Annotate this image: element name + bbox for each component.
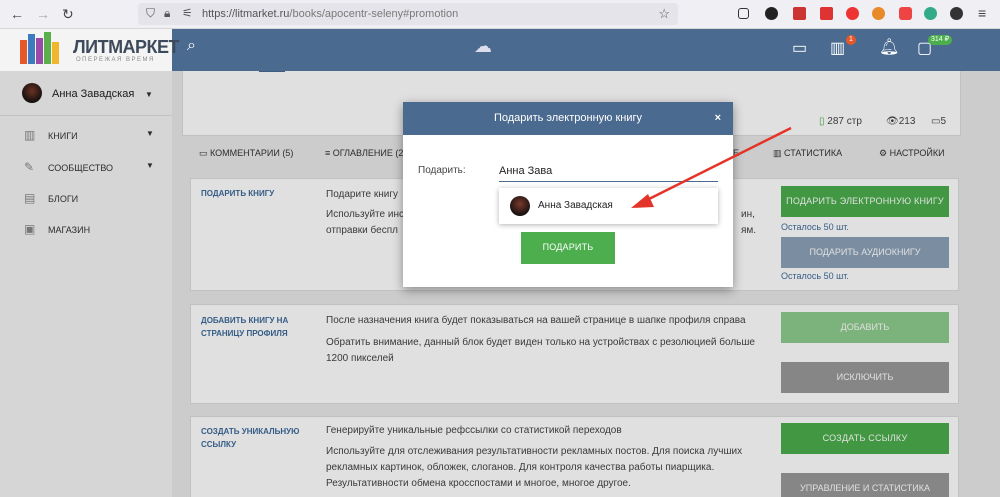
back-arrow-icon[interactable]: ← [10,6,24,22]
suggestion-item[interactable]: Анна Завадская [499,188,718,224]
logo-slogan: ОПЕРЕЖАЯ ВРЕМЯ [76,57,155,63]
url-text[interactable]: https://litmarket.ru/books/apocentr-sele… [202,8,458,20]
forward-arrow-icon[interactable]: → [36,6,50,22]
logo[interactable]: ЛИТМАРКЕТ ОПЕРЕЖАЯ ВРЕМЯ [0,29,180,71]
suggestion-avatar [510,196,530,216]
bell-icon[interactable]: 🔔︎ [879,37,899,57]
extension-puzzle-icon[interactable] [924,7,937,20]
gift-ebook-modal: Подарить электронную книгу × Подарить: А… [403,102,733,287]
browser-toolbar: ← → ↻ ⛉ 🔒︎ ⚟ https://litmarket.ru/books/… [0,0,1000,29]
extension-shield-icon[interactable] [820,7,833,20]
metamask-icon[interactable] [872,7,885,20]
extension-z-icon[interactable] [765,7,778,20]
search-icon[interactable]: ⌕ [187,37,196,55]
reload-icon[interactable]: ↻ [62,6,74,23]
menu-icon[interactable]: ≡ [978,5,986,21]
adblock-icon[interactable] [846,7,859,20]
wallet-badge: 314 ₽ [928,35,953,45]
pocket-icon[interactable] [738,8,749,19]
messages-icon[interactable]: ▭ [792,38,807,58]
suggestion-name: Анна Завадская [538,200,613,211]
recipient-label: Подарить: [418,165,466,176]
recipient-input[interactable] [499,160,718,182]
modal-title: Подарить электронную книгу [403,102,733,135]
logo-books-icon [20,32,59,64]
close-icon[interactable]: × [715,102,721,135]
bookmark-star-icon[interactable]: ☆ [658,6,670,22]
library-badge: 1 [846,35,856,45]
shield-icon[interactable]: ⛉ [146,6,155,21]
profile-icon[interactable] [950,7,963,20]
lock-icon[interactable]: 🔒︎ [164,6,170,21]
extension-ublock-icon[interactable] [793,7,806,20]
library-icon[interactable]: ▥ [830,38,845,58]
brave-icon[interactable] [899,7,912,20]
chat-bubble-icon[interactable]: ☁ [474,36,492,57]
logo-title: ЛИТМАРКЕТ [73,37,180,57]
permissions-icon[interactable]: ⚟ [182,6,193,20]
address-bar[interactable]: ⛉ 🔒︎ ⚟ https://litmarket.ru/books/apocen… [138,3,678,25]
submit-gift-button[interactable]: ПОДАРИТЬ [521,232,615,264]
